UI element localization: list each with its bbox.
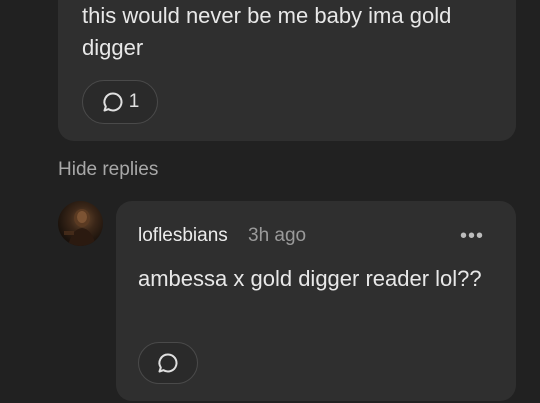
avatar[interactable] xyxy=(58,201,103,246)
reply-text: ambessa x gold digger reader lol?? xyxy=(138,266,482,291)
hide-replies-link[interactable]: Hide replies xyxy=(58,159,158,181)
parent-comment-card: this would never be me baby ima gold dig… xyxy=(58,0,516,141)
reply-count-button[interactable]: 1 xyxy=(82,80,158,124)
reply-count: 1 xyxy=(128,91,140,112)
comment-thread: this would never be me baby ima gold dig… xyxy=(0,0,540,403)
timestamp: 3h ago xyxy=(248,225,307,246)
more-options-button[interactable]: ••• xyxy=(460,225,484,248)
comment-bubble-icon xyxy=(101,90,125,114)
comment-bubble-icon xyxy=(156,351,180,375)
parent-comment-text: this would never be me baby ima gold dig… xyxy=(82,3,452,60)
username[interactable]: loflesbians xyxy=(138,225,228,247)
reply-button[interactable] xyxy=(138,342,198,384)
reply-card: loflesbians 3h ago ••• ambessa x gold di… xyxy=(116,201,516,401)
